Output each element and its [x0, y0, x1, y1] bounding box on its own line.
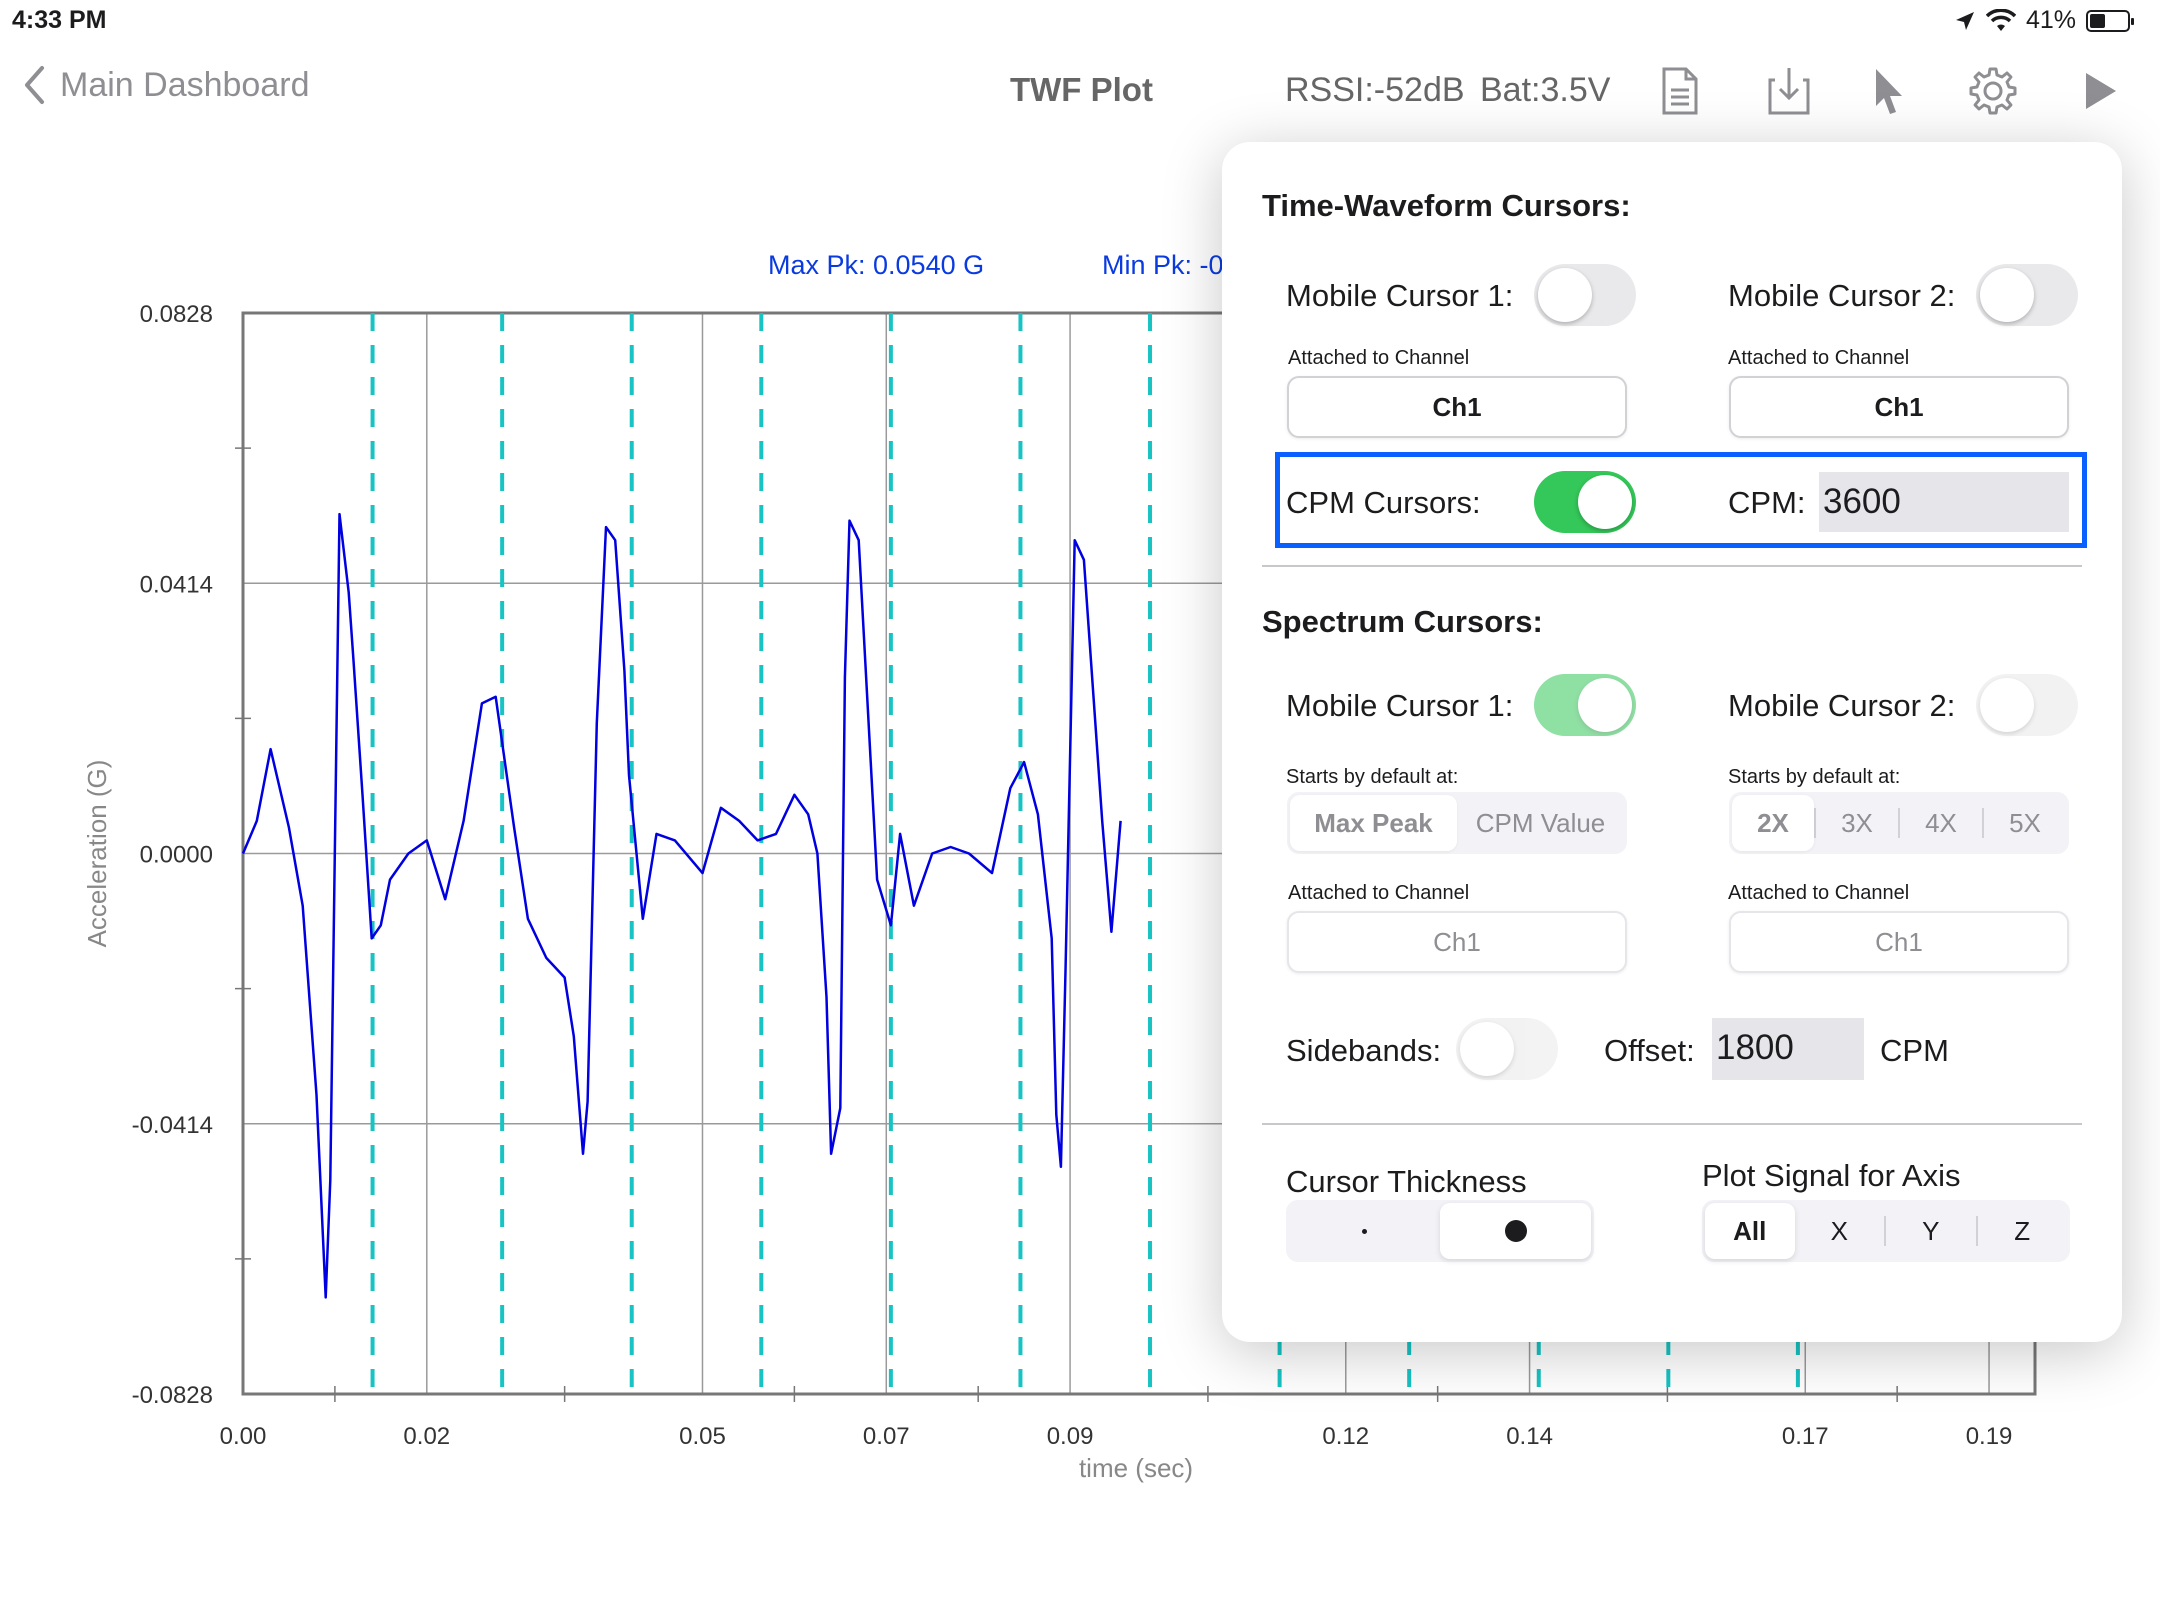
cursor-icon[interactable] [1860, 63, 1916, 119]
location-icon [1955, 11, 1974, 30]
start-option-max-peak[interactable]: Max Peak [1290, 795, 1457, 851]
cursor-thickness-label: Cursor Thickness [1286, 1164, 1527, 1199]
y-tick-label: 0.0414 [140, 571, 213, 598]
toggle-knob [1578, 678, 1632, 732]
battery-icon [2086, 9, 2134, 32]
signal-readout: RSSI:-52dB Bat:3.5V [1285, 71, 1610, 110]
x-tick-label: 0.12 [1322, 1423, 1369, 1450]
y-tick-label: -0.0828 [132, 1382, 213, 1409]
toggle-knob [1980, 678, 2034, 732]
toggle-knob [1460, 1022, 1514, 1076]
twf-mobile-cursor-2-toggle[interactable] [1976, 264, 2078, 326]
battery-voltage: Bat:3.5V [1479, 71, 1611, 109]
document-icon[interactable] [1652, 63, 1708, 119]
twf-attached-label-1: Attached to Channel [1288, 347, 1470, 369]
plot-signal-axis-label: Plot Signal for Axis [1702, 1158, 1961, 1193]
x-tick-label: 0.02 [403, 1423, 450, 1450]
harmonic-option-3x[interactable]: 3X [1816, 795, 1898, 851]
x-tick-label: 0.00 [220, 1423, 267, 1450]
cpm-input[interactable]: 3600 [1819, 472, 2069, 532]
sidebands-toggle[interactable] [1456, 1018, 1558, 1080]
harmonic-option-5x[interactable]: 5X [1984, 795, 2066, 851]
y-axis-label: Acceleration (G) [82, 760, 112, 948]
twf-attached-label-2: Attached to Channel [1728, 347, 1910, 369]
spectrum-attached-label-1: Attached to Channel [1288, 882, 1470, 904]
spectrum-mobile-cursor-1-toggle[interactable] [1534, 674, 1636, 736]
spectrum-mobile-cursor-2-toggle[interactable] [1976, 674, 2078, 736]
back-label: Main Dashboard [60, 65, 310, 104]
page-title: TWF Plot [1010, 71, 1153, 108]
cpm-cursors-toggle[interactable] [1534, 471, 1636, 533]
offset-input[interactable]: 1800 [1712, 1018, 1864, 1080]
wifi-icon [1985, 8, 2016, 31]
twf-channel-select-1[interactable]: Ch1 [1287, 376, 1627, 438]
starts-label-2: Starts by default at: [1728, 766, 1901, 788]
thick-dot-icon[interactable] [1440, 1203, 1591, 1259]
toggle-knob [1980, 268, 2034, 322]
sidebands-label: Sidebands: [1286, 1033, 1442, 1068]
status-time: 4:33 PM [12, 6, 107, 34]
cursor-thickness-segmented [1286, 1200, 1594, 1262]
twf-channel-select-2[interactable]: Ch1 [1729, 376, 2069, 438]
axis-option-x[interactable]: X [1795, 1203, 1885, 1259]
status-bar: 4:33 PM 41% [0, 0, 2160, 40]
x-tick-label: 0.09 [1047, 1423, 1094, 1450]
spectrum-cursors-title: Spectrum Cursors: [1262, 604, 1543, 639]
y-tick-label: 0.0828 [140, 301, 213, 328]
start-default-segmented: Max Peak CPM Value [1287, 792, 1627, 854]
toggle-knob [1578, 475, 1632, 529]
spectrum-channel-select-2[interactable]: Ch1 [1729, 911, 2069, 973]
thin-dot-icon[interactable] [1289, 1203, 1440, 1259]
twf-cursors-title: Time-Waveform Cursors: [1262, 188, 1631, 223]
status-right: 41% [1954, 6, 2134, 35]
toggle-knob [1538, 268, 1592, 322]
divider [1262, 565, 2082, 567]
starts-label-1: Starts by default at: [1286, 766, 1459, 788]
harmonic-option-2x[interactable]: 2X [1732, 795, 1814, 851]
twf-mobile-cursor-1-toggle[interactable] [1534, 264, 1636, 326]
spectrum-channel-select-1[interactable]: Ch1 [1287, 911, 1627, 973]
x-tick-label: 0.19 [1966, 1423, 2013, 1450]
axis-segmented: All X Y Z [1702, 1200, 2070, 1262]
waveform-line [241, 512, 1122, 1299]
gear-icon[interactable] [1965, 63, 2021, 119]
spectrum-mobile-cursor-1-label: Mobile Cursor 1: [1286, 688, 1514, 723]
x-tick-label: 0.05 [679, 1423, 726, 1450]
x-tick-label: 0.14 [1506, 1423, 1553, 1450]
play-icon[interactable] [2072, 63, 2128, 119]
rssi-value: RSSI:-52dB [1285, 71, 1465, 109]
spectrum-mobile-cursor-2-label: Mobile Cursor 2: [1728, 688, 1956, 723]
offset-unit: CPM [1880, 1033, 1949, 1068]
axis-option-z[interactable]: Z [1978, 1203, 2068, 1259]
twf-mobile-cursor-2-label: Mobile Cursor 2: [1728, 278, 1956, 313]
nav-bar: Main Dashboard TWF Plot RSSI:-52dB Bat:3… [0, 55, 2160, 125]
x-tick-label: 0.07 [863, 1423, 910, 1450]
cpm-cursors-label: CPM Cursors: [1286, 485, 1481, 520]
cursor-settings-popover [1222, 142, 2122, 1342]
back-button[interactable]: Main Dashboard [22, 65, 309, 105]
chevron-left-icon [25, 66, 44, 104]
x-tick-label: 0.17 [1782, 1423, 1829, 1450]
axis-option-y[interactable]: Y [1886, 1203, 1976, 1259]
harmonic-segmented: 2X 3X 4X 5X [1729, 792, 2069, 854]
cpm-label: CPM: [1728, 485, 1806, 520]
spectrum-attached-label-2: Attached to Channel [1728, 882, 1910, 904]
y-tick-label: 0.0000 [140, 842, 213, 869]
harmonic-option-4x[interactable]: 4X [1900, 795, 1982, 851]
offset-label: Offset: [1604, 1033, 1695, 1068]
x-axis-label: time (sec) [1079, 1453, 1193, 1483]
battery-percent: 41% [2025, 6, 2076, 34]
start-option-cpm-value[interactable]: CPM Value [1457, 795, 1624, 851]
y-tick-label: -0.0414 [132, 1112, 213, 1139]
download-icon[interactable] [1761, 63, 1817, 119]
axis-option-all[interactable]: All [1705, 1203, 1795, 1259]
twf-mobile-cursor-1-label: Mobile Cursor 1: [1286, 278, 1514, 313]
divider [1262, 1123, 2082, 1125]
